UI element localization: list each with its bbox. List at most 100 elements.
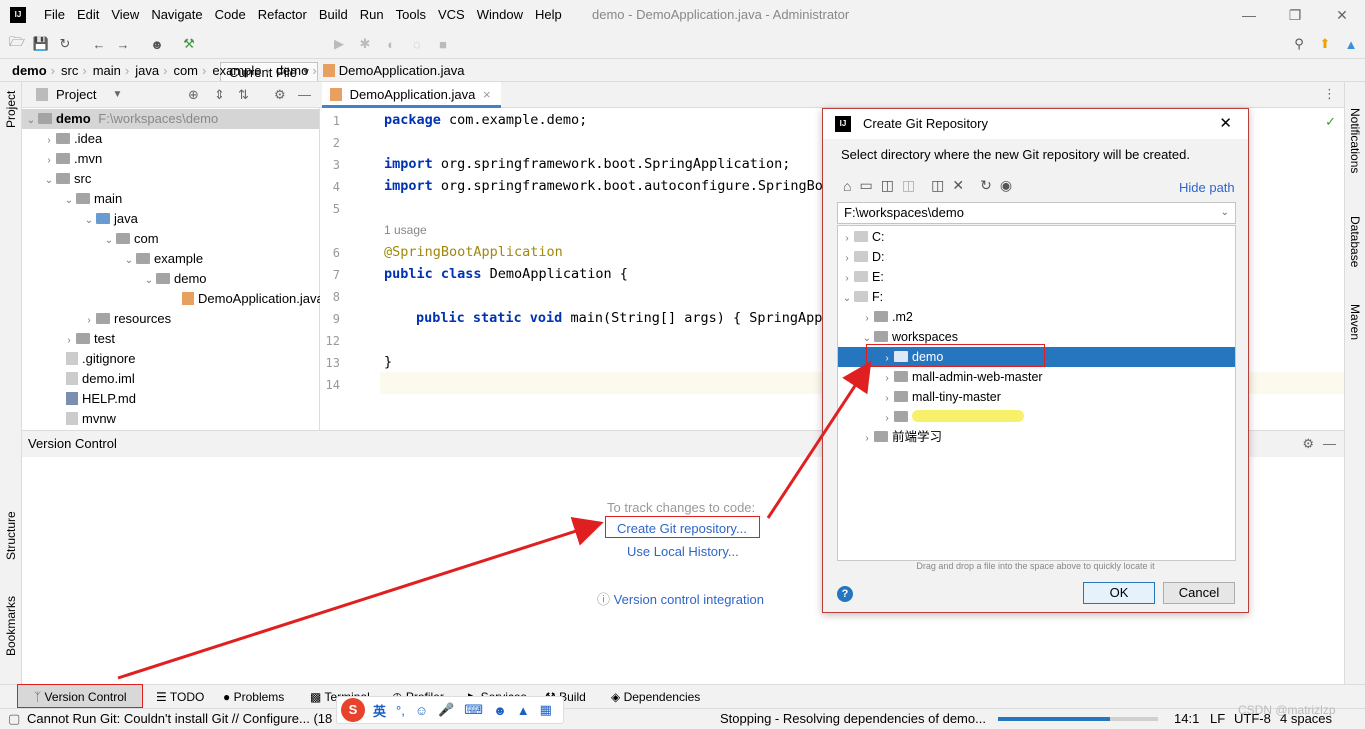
user-icon[interactable]: ☻ (493, 703, 507, 718)
todo-tool-button[interactable]: ☰ TODO (156, 685, 204, 709)
bookmarks-tool-button[interactable]: Bookmarks (4, 596, 18, 656)
menu-window[interactable]: Window (471, 0, 529, 30)
sync-icon[interactable]: ↻ (54, 33, 76, 55)
database-tool-button[interactable]: Database (1348, 216, 1362, 267)
close-dialog-icon[interactable]: ✕ (1219, 109, 1232, 139)
menu-file[interactable]: File (38, 0, 71, 30)
tree-item[interactable]: ⌄ com (102, 229, 159, 249)
code-line[interactable]: import org.springframework.boot.autoconf… (384, 178, 831, 194)
code-line[interactable]: @SpringBootApplication (384, 244, 563, 260)
tree-item[interactable]: ⌄ F: (840, 287, 883, 307)
open-folder-icon[interactable]: 🗁 (6, 33, 28, 55)
editor-tab[interactable]: DemoApplication.java × (322, 82, 501, 108)
ime-language[interactable]: 英 (373, 701, 386, 720)
menu-help[interactable]: Help (529, 0, 568, 30)
close-window-button[interactable]: ✕ (1319, 0, 1365, 30)
sogou-logo-icon[interactable]: S (341, 698, 365, 722)
code-line[interactable]: public static void main(String[] args) {… (416, 310, 831, 326)
desktop-icon[interactable]: ▭ (859, 177, 872, 194)
chevron-down-icon[interactable]: ▼ (112, 89, 122, 100)
maximize-button[interactable]: ❐ (1272, 0, 1318, 30)
tree-item[interactable]: ⌄ demo (142, 269, 207, 289)
cancel-button[interactable]: Cancel (1163, 582, 1235, 604)
debug-icon[interactable]: ✱ (354, 33, 376, 55)
structure-tool-button[interactable]: Structure (4, 511, 18, 560)
run-icon[interactable]: ▶ (328, 33, 350, 55)
project-view-select[interactable]: Project (56, 87, 96, 102)
breadcrumb-item[interactable]: demo (12, 63, 47, 78)
build-hammer-icon[interactable]: ⚒ (178, 33, 200, 55)
keyboard-icon[interactable]: ⌨ (464, 702, 483, 718)
menu-view[interactable]: View (105, 0, 145, 30)
menu-run[interactable]: Run (354, 0, 390, 30)
tree-item[interactable]: › resources (82, 309, 171, 329)
status-message[interactable]: Cannot Run Git: Couldn't install Git // … (27, 709, 337, 729)
breadcrumb-item[interactable]: demo (276, 63, 309, 78)
menu-edit[interactable]: Edit (71, 0, 105, 30)
local-history-link[interactable]: Use Local History... (627, 544, 739, 559)
tree-item[interactable]: ⌄ src (42, 169, 92, 189)
toolbox-icon[interactable]: ▦ (540, 702, 552, 718)
tree-item[interactable]: ⌄ main (62, 189, 122, 209)
expand-all-icon[interactable]: ⇕ (214, 87, 225, 103)
hide-path-link[interactable]: Hide path (1179, 180, 1235, 195)
tree-item[interactable]: › E: (840, 267, 883, 287)
locate-icon[interactable]: ⊕ (188, 87, 199, 103)
module-folder-icon[interactable]: ◫ (902, 177, 915, 194)
back-icon[interactable]: ← (88, 33, 110, 55)
notifications-tool-button[interactable]: Notifications (1348, 108, 1362, 173)
punctuation-icon[interactable]: °, (396, 703, 405, 718)
maven-tool-button[interactable]: Maven (1348, 304, 1362, 340)
profile-icon[interactable]: ◌ (406, 33, 428, 55)
refresh-icon[interactable]: ↻ (980, 177, 992, 194)
more-icon[interactable]: ⋮ (1323, 86, 1336, 102)
tree-item[interactable]: › (880, 407, 1024, 427)
menu-tools[interactable]: Tools (390, 0, 432, 30)
user-icon[interactable]: ☻ (146, 33, 168, 55)
tree-item[interactable]: › 前端学习 (860, 427, 942, 447)
code-line[interactable]: package com.example.demo; (384, 112, 587, 128)
menu-navigate[interactable]: Navigate (145, 0, 208, 30)
menu-refactor[interactable]: Refactor (252, 0, 313, 30)
gear-icon[interactable]: ⚙ (1302, 431, 1314, 457)
gear-icon[interactable]: ⚙ (274, 87, 286, 103)
ok-button[interactable]: OK (1083, 582, 1155, 604)
tree-item[interactable]: › mall-tiny-master (880, 387, 1001, 407)
dependencies-tool-button[interactable]: ◈ Dependencies (611, 685, 700, 709)
forward-icon[interactable]: → (112, 33, 134, 55)
tree-item[interactable]: HELP.md (66, 389, 136, 409)
vc-integration-link[interactable]: ⓘ Version control integration (597, 589, 764, 608)
menu-code[interactable]: Code (209, 0, 252, 30)
tree-item[interactable]: ⌄ java (82, 209, 138, 229)
tree-item[interactable]: .gitignore (66, 349, 135, 369)
help-icon[interactable]: ? (837, 586, 853, 602)
new-folder-icon[interactable]: ◫ (931, 177, 944, 194)
save-icon[interactable]: 💾 (30, 33, 52, 55)
code-line[interactable]: public class DemoApplication { (384, 266, 628, 282)
tree-item[interactable]: › .m2 (860, 307, 913, 327)
microphone-icon[interactable]: 🎤 (438, 702, 454, 718)
collapse-all-icon[interactable]: ⇅ (238, 87, 249, 103)
code-line[interactable]: } (384, 354, 392, 370)
update-icon[interactable]: ⬆ (1314, 33, 1336, 55)
path-input[interactable]: F:\workspaces\demo ⌄ (837, 202, 1236, 224)
problems-tool-button[interactable]: ● Problems (223, 685, 284, 709)
breadcrumb-item[interactable]: DemoApplication.java (339, 63, 465, 78)
breadcrumb-item[interactable]: main (93, 63, 121, 78)
usage-hint[interactable]: 1 usage (384, 223, 427, 237)
close-tab-icon[interactable]: × (483, 87, 491, 102)
search-icon[interactable]: ⚲ (1288, 33, 1310, 55)
tree-root[interactable]: ⌄ demo F:\workspaces\demo (22, 109, 319, 129)
code-line[interactable]: import org.springframework.boot.SpringAp… (384, 156, 790, 172)
line-separator[interactable]: LF (1210, 709, 1225, 729)
emoji-icon[interactable]: ☺ (415, 703, 428, 718)
menu-build[interactable]: Build (313, 0, 354, 30)
minimize-button[interactable]: — (1226, 0, 1272, 30)
tree-item[interactable]: › test (62, 329, 115, 349)
tree-item[interactable]: DemoApplication.java (182, 289, 320, 309)
project-tool-button[interactable]: Project (4, 91, 18, 128)
hide-panel-icon[interactable]: — (1323, 431, 1336, 457)
tree-item[interactable]: › mall-admin-web-master (880, 367, 1042, 387)
tree-item[interactable]: › D: (840, 247, 884, 267)
menu-vcs[interactable]: VCS (432, 0, 471, 30)
